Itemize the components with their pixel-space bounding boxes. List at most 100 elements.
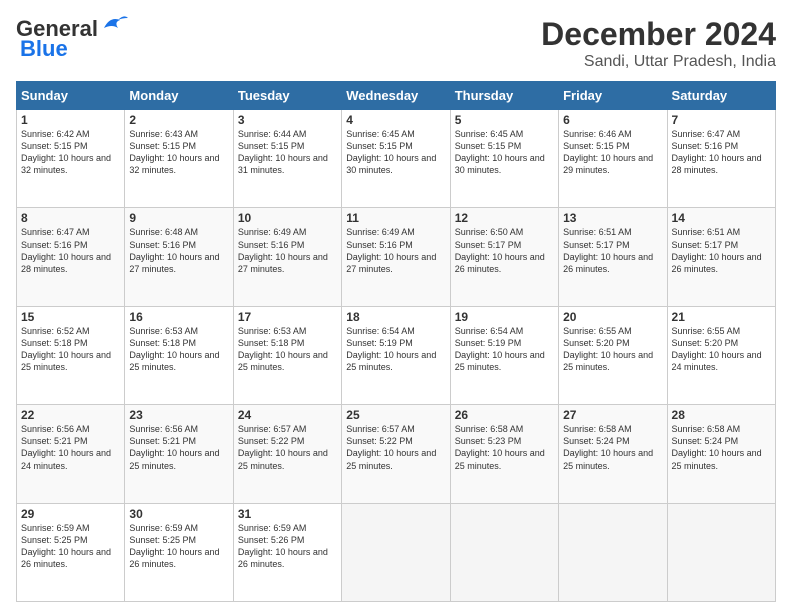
day-number: 29 [21, 507, 120, 521]
day-number: 1 [21, 113, 120, 127]
calendar-week-row: 8Sunrise: 6:47 AMSunset: 5:16 PMDaylight… [17, 208, 776, 306]
logo-bird-icon [100, 14, 128, 36]
calendar-header-row: SundayMondayTuesdayWednesdayThursdayFrid… [17, 82, 776, 110]
calendar-week-row: 1Sunrise: 6:42 AMSunset: 5:15 PMDaylight… [17, 110, 776, 208]
cell-content: Sunrise: 6:44 AMSunset: 5:15 PMDaylight:… [238, 128, 337, 177]
cell-content: Sunrise: 6:59 AMSunset: 5:25 PMDaylight:… [21, 522, 120, 571]
day-number: 28 [672, 408, 771, 422]
day-number: 26 [455, 408, 554, 422]
calendar-cell: 30Sunrise: 6:59 AMSunset: 5:25 PMDayligh… [125, 503, 233, 601]
cell-content: Sunrise: 6:54 AMSunset: 5:19 PMDaylight:… [346, 325, 445, 374]
day-number: 23 [129, 408, 228, 422]
cell-content: Sunrise: 6:54 AMSunset: 5:19 PMDaylight:… [455, 325, 554, 374]
column-header-sunday: Sunday [17, 82, 125, 110]
column-header-friday: Friday [559, 82, 667, 110]
calendar-cell: 25Sunrise: 6:57 AMSunset: 5:22 PMDayligh… [342, 405, 450, 503]
calendar-cell: 27Sunrise: 6:58 AMSunset: 5:24 PMDayligh… [559, 405, 667, 503]
logo: General Blue [16, 16, 128, 62]
cell-content: Sunrise: 6:55 AMSunset: 5:20 PMDaylight:… [563, 325, 662, 374]
cell-content: Sunrise: 6:50 AMSunset: 5:17 PMDaylight:… [455, 226, 554, 275]
day-number: 3 [238, 113, 337, 127]
day-number: 13 [563, 211, 662, 225]
column-header-monday: Monday [125, 82, 233, 110]
calendar-cell: 6Sunrise: 6:46 AMSunset: 5:15 PMDaylight… [559, 110, 667, 208]
day-number: 21 [672, 310, 771, 324]
calendar-cell [342, 503, 450, 601]
cell-content: Sunrise: 6:59 AMSunset: 5:26 PMDaylight:… [238, 522, 337, 571]
cell-content: Sunrise: 6:58 AMSunset: 5:23 PMDaylight:… [455, 423, 554, 472]
page-subtitle: Sandi, Uttar Pradesh, India [541, 53, 776, 71]
day-number: 11 [346, 211, 445, 225]
calendar-cell: 20Sunrise: 6:55 AMSunset: 5:20 PMDayligh… [559, 306, 667, 404]
day-number: 31 [238, 507, 337, 521]
day-number: 5 [455, 113, 554, 127]
calendar-cell: 26Sunrise: 6:58 AMSunset: 5:23 PMDayligh… [450, 405, 558, 503]
cell-content: Sunrise: 6:45 AMSunset: 5:15 PMDaylight:… [455, 128, 554, 177]
column-header-thursday: Thursday [450, 82, 558, 110]
cell-content: Sunrise: 6:47 AMSunset: 5:16 PMDaylight:… [672, 128, 771, 177]
calendar-cell: 5Sunrise: 6:45 AMSunset: 5:15 PMDaylight… [450, 110, 558, 208]
calendar-cell: 23Sunrise: 6:56 AMSunset: 5:21 PMDayligh… [125, 405, 233, 503]
calendar-week-row: 22Sunrise: 6:56 AMSunset: 5:21 PMDayligh… [17, 405, 776, 503]
cell-content: Sunrise: 6:45 AMSunset: 5:15 PMDaylight:… [346, 128, 445, 177]
calendar-cell: 19Sunrise: 6:54 AMSunset: 5:19 PMDayligh… [450, 306, 558, 404]
calendar-cell: 17Sunrise: 6:53 AMSunset: 5:18 PMDayligh… [233, 306, 341, 404]
calendar-cell: 8Sunrise: 6:47 AMSunset: 5:16 PMDaylight… [17, 208, 125, 306]
day-number: 6 [563, 113, 662, 127]
calendar-week-row: 29Sunrise: 6:59 AMSunset: 5:25 PMDayligh… [17, 503, 776, 601]
day-number: 7 [672, 113, 771, 127]
day-number: 9 [129, 211, 228, 225]
day-number: 10 [238, 211, 337, 225]
day-number: 16 [129, 310, 228, 324]
day-number: 8 [21, 211, 120, 225]
page-container: General Blue December 2024 Sandi, Uttar … [0, 0, 792, 612]
calendar-cell: 13Sunrise: 6:51 AMSunset: 5:17 PMDayligh… [559, 208, 667, 306]
column-header-tuesday: Tuesday [233, 82, 341, 110]
calendar-cell: 7Sunrise: 6:47 AMSunset: 5:16 PMDaylight… [667, 110, 775, 208]
cell-content: Sunrise: 6:55 AMSunset: 5:20 PMDaylight:… [672, 325, 771, 374]
cell-content: Sunrise: 6:57 AMSunset: 5:22 PMDaylight:… [238, 423, 337, 472]
cell-content: Sunrise: 6:51 AMSunset: 5:17 PMDaylight:… [672, 226, 771, 275]
day-number: 4 [346, 113, 445, 127]
column-header-wednesday: Wednesday [342, 82, 450, 110]
day-number: 15 [21, 310, 120, 324]
calendar-cell: 9Sunrise: 6:48 AMSunset: 5:16 PMDaylight… [125, 208, 233, 306]
cell-content: Sunrise: 6:43 AMSunset: 5:15 PMDaylight:… [129, 128, 228, 177]
cell-content: Sunrise: 6:48 AMSunset: 5:16 PMDaylight:… [129, 226, 228, 275]
day-number: 25 [346, 408, 445, 422]
cell-content: Sunrise: 6:51 AMSunset: 5:17 PMDaylight:… [563, 226, 662, 275]
calendar-cell: 4Sunrise: 6:45 AMSunset: 5:15 PMDaylight… [342, 110, 450, 208]
calendar-cell: 24Sunrise: 6:57 AMSunset: 5:22 PMDayligh… [233, 405, 341, 503]
calendar-week-row: 15Sunrise: 6:52 AMSunset: 5:18 PMDayligh… [17, 306, 776, 404]
day-number: 22 [21, 408, 120, 422]
day-number: 19 [455, 310, 554, 324]
cell-content: Sunrise: 6:42 AMSunset: 5:15 PMDaylight:… [21, 128, 120, 177]
cell-content: Sunrise: 6:59 AMSunset: 5:25 PMDaylight:… [129, 522, 228, 571]
cell-content: Sunrise: 6:56 AMSunset: 5:21 PMDaylight:… [129, 423, 228, 472]
calendar-table: SundayMondayTuesdayWednesdayThursdayFrid… [16, 81, 776, 602]
cell-content: Sunrise: 6:53 AMSunset: 5:18 PMDaylight:… [129, 325, 228, 374]
calendar-cell: 28Sunrise: 6:58 AMSunset: 5:24 PMDayligh… [667, 405, 775, 503]
calendar-cell: 12Sunrise: 6:50 AMSunset: 5:17 PMDayligh… [450, 208, 558, 306]
calendar-cell: 10Sunrise: 6:49 AMSunset: 5:16 PMDayligh… [233, 208, 341, 306]
title-block: December 2024 Sandi, Uttar Pradesh, Indi… [541, 16, 776, 71]
calendar-cell [667, 503, 775, 601]
calendar-cell: 31Sunrise: 6:59 AMSunset: 5:26 PMDayligh… [233, 503, 341, 601]
calendar-cell: 3Sunrise: 6:44 AMSunset: 5:15 PMDaylight… [233, 110, 341, 208]
day-number: 24 [238, 408, 337, 422]
day-number: 17 [238, 310, 337, 324]
column-header-saturday: Saturday [667, 82, 775, 110]
day-number: 30 [129, 507, 228, 521]
cell-content: Sunrise: 6:46 AMSunset: 5:15 PMDaylight:… [563, 128, 662, 177]
day-number: 14 [672, 211, 771, 225]
header: General Blue December 2024 Sandi, Uttar … [16, 16, 776, 71]
cell-content: Sunrise: 6:47 AMSunset: 5:16 PMDaylight:… [21, 226, 120, 275]
cell-content: Sunrise: 6:56 AMSunset: 5:21 PMDaylight:… [21, 423, 120, 472]
day-number: 27 [563, 408, 662, 422]
day-number: 20 [563, 310, 662, 324]
calendar-cell: 16Sunrise: 6:53 AMSunset: 5:18 PMDayligh… [125, 306, 233, 404]
cell-content: Sunrise: 6:58 AMSunset: 5:24 PMDaylight:… [672, 423, 771, 472]
calendar-cell: 15Sunrise: 6:52 AMSunset: 5:18 PMDayligh… [17, 306, 125, 404]
cell-content: Sunrise: 6:49 AMSunset: 5:16 PMDaylight:… [238, 226, 337, 275]
calendar-cell: 21Sunrise: 6:55 AMSunset: 5:20 PMDayligh… [667, 306, 775, 404]
